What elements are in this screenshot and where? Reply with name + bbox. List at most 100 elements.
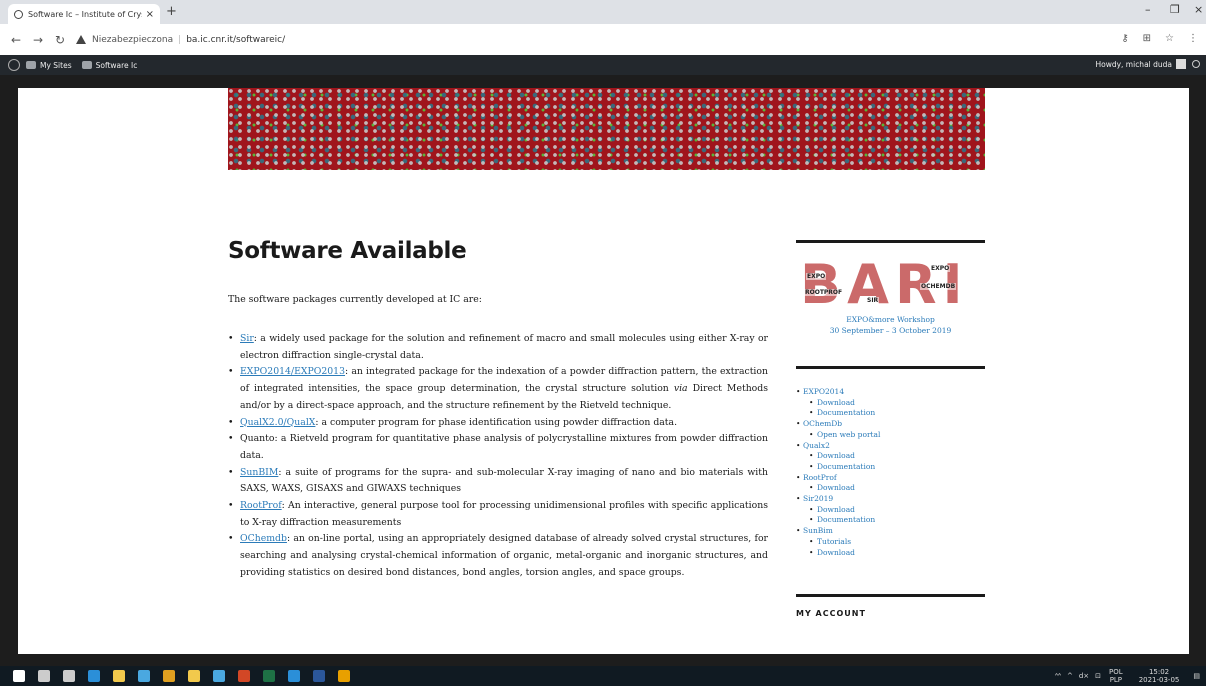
page-body: Software Available The software packages… [18,88,1189,654]
widget-divider [796,366,985,369]
warning-icon [76,35,86,44]
workshop-caption[interactable]: EXPO&more Workshop 30 September – 3 Octo… [796,314,985,336]
mail-icon[interactable] [213,670,225,682]
store-icon[interactable] [138,670,150,682]
url-separator: | [178,34,182,45]
star-icon[interactable]: ☆ [1165,33,1174,44]
arrow-back-icon[interactable]: ← [10,33,22,47]
reload-icon[interactable]: ↻ [54,33,66,47]
ochemdb-link[interactable]: OChemdb [240,533,287,544]
submenu-item[interactable]: Download [803,505,985,516]
my-sites-menu[interactable]: My Sites [26,61,72,70]
notifications-icon[interactable]: ▤ [1193,672,1200,680]
workshop-dates: 30 September – 3 October 2019 [829,326,952,335]
item-text: Quanto: a Rietveld program for quantitat… [240,433,768,461]
item-text: : An interactive, general purpose tool f… [240,500,768,528]
submenu-item[interactable]: Download [803,451,985,462]
toolbar-actions: ⚷ ⊞ ☆ ⋮ [1121,33,1198,44]
word-icon[interactable] [313,670,325,682]
lang-top: POL [1109,668,1123,676]
submenu-item[interactable]: Open web portal [803,430,985,441]
menu-link[interactable]: OChemDb [803,419,842,428]
item-text: : a widely used package for the solution… [240,333,768,361]
file-explorer-icon[interactable] [113,670,125,682]
translate-icon[interactable]: ⊞ [1143,33,1151,44]
submenu-item[interactable]: Download [803,548,985,559]
wordpress-icon[interactable] [8,59,20,71]
list-item: Quanto: a Rietveld program for quantitat… [228,431,768,464]
menu-link[interactable]: RootProf [803,473,837,482]
header-banner-image [228,88,985,170]
site-name-menu[interactable]: Software Ic [81,61,137,70]
list-item: EXPO2014/EXPO2013: an integrated package… [228,364,768,414]
excel-icon[interactable] [263,670,275,682]
chrome-icon[interactable] [163,670,175,682]
list-item: OChemdb: an on-line portal, using an app… [228,531,768,581]
arrow-forward-icon[interactable]: → [32,33,44,47]
menu-link[interactable]: Qualx2 [803,441,830,450]
minimize-button[interactable]: – [1145,3,1151,16]
chrome-active-icon[interactable] [338,670,350,682]
clock-date: 2021-03-05 [1138,676,1180,684]
task-view-icon[interactable] [63,670,75,682]
menu-item-expo2014: EXPO2014 DownloadDocumentation [796,387,985,419]
menu-item-sunbim: SunBim TutorialsDownload [796,526,985,558]
clock[interactable]: 15:02 2021-03-05 [1139,668,1180,684]
url-text: ba.ic.cnr.it/softwareic/ [186,34,286,45]
address-bar[interactable]: Niezabezpieczona | ba.ic.cnr.it/software… [76,35,285,45]
folder-icon[interactable] [188,670,200,682]
submenu-item[interactable]: Documentation [803,462,985,473]
software-menu: EXPO2014 DownloadDocumentation OChemDb O… [796,387,985,558]
new-tab-button[interactable]: + [166,4,177,19]
windows-start-icon[interactable] [13,670,25,682]
widget-divider [796,240,985,243]
menu-item-rootprof: RootProf Download [796,473,985,494]
search-icon[interactable] [1192,60,1200,68]
app-icon[interactable] [288,670,300,682]
browser-tab[interactable]: Software Ic – Institute of Crystallo × [8,4,160,24]
intro-text: The software packages currently develope… [228,294,482,305]
language-indicator[interactable]: POL PLP [1109,668,1123,684]
account-menu[interactable]: Howdy, michal duda [1095,59,1200,69]
system-tray: ᴬᴬ ^ d× ⊡ POL PLP 15:02 2021-03-05 ▤ [1049,668,1200,684]
rootprof-link[interactable]: RootProf [240,500,282,511]
search-icon[interactable] [38,670,50,682]
logo-tag: EXPO [930,265,951,272]
edge-icon[interactable] [88,670,100,682]
submenu-item[interactable]: Documentation [803,408,985,419]
sunbim-link[interactable]: SunBIM [240,467,278,478]
people-icon[interactable]: ᴬᴬ [1055,672,1061,680]
wp-admin-bar: My Sites Software Ic Howdy, michal duda [0,55,1206,75]
expo-link[interactable]: EXPO2014/EXPO2013 [240,366,345,377]
powerpoint-icon[interactable] [238,670,250,682]
menu-link[interactable]: SunBim [803,526,833,535]
widget-title: MY ACCOUNT [796,609,866,619]
browser-tabstrip: Software Ic – Institute of Crystallo × +… [0,0,1206,24]
maximize-button[interactable]: ❐ [1170,3,1180,16]
logo-tag: OCHEMDB [920,283,957,290]
volume-icon[interactable]: d× [1079,672,1089,680]
menu-link[interactable]: EXPO2014 [803,387,844,396]
close-window-button[interactable]: × [1194,3,1203,16]
submenu-item[interactable]: Documentation [803,515,985,526]
main-content: Software Available The software packages… [228,238,768,582]
menu-icon[interactable]: ⋮ [1188,33,1198,44]
menu-item-ochemdb: OChemDb Open web portal [796,419,985,440]
submenu-item[interactable]: Tutorials [803,537,985,548]
key-icon[interactable]: ⚷ [1121,33,1128,44]
item-text: : an on-line portal, using an appropriat… [240,533,768,578]
sir-link[interactable]: Sir [240,333,254,344]
widget-divider [796,594,985,598]
network-icon[interactable]: ⊡ [1095,672,1101,680]
tab-close-icon[interactable]: × [146,9,154,20]
dashboard-icon [81,61,92,69]
chevron-up-icon[interactable]: ^ [1067,672,1073,680]
list-item: QualX2.0/QualX: a computer program for p… [228,415,768,432]
avatar [1176,59,1186,69]
qualx-link[interactable]: QualX2.0/QualX [240,417,315,428]
menu-item-sir2019: Sir2019 DownloadDocumentation [796,494,985,526]
submenu-item[interactable]: Download [803,483,985,494]
menu-link[interactable]: Sir2019 [803,494,833,503]
submenu-item[interactable]: Download [803,398,985,409]
bari-workshop-logo[interactable]: BARI EXPO ROOTPROF OCHEMDB EXPO SIR [800,257,982,313]
